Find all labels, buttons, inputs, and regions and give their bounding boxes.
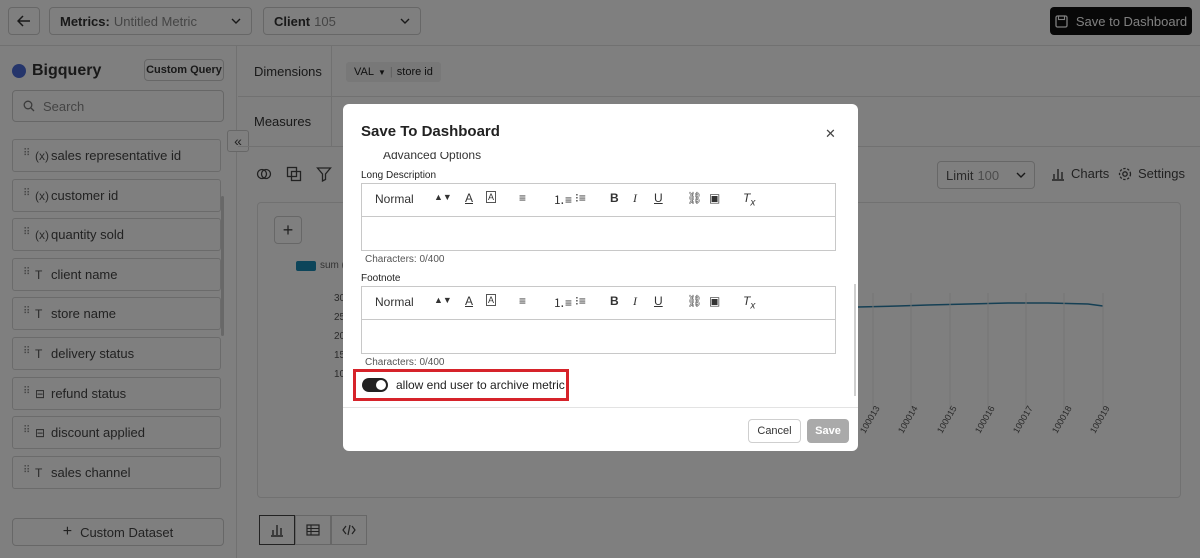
image-icon[interactable]: ▣ [709, 294, 720, 308]
underline-icon[interactable]: U [654, 191, 663, 205]
ordered-list-icon[interactable]: ⒈≡ [553, 191, 572, 208]
bold-icon[interactable]: B [610, 191, 619, 205]
long-description-label: Long Description [361, 170, 437, 181]
advanced-options-toggle[interactable]: Advanced Options [383, 152, 481, 162]
clear-format-icon[interactable]: Tx [743, 191, 755, 208]
link-icon[interactable]: ⛓ [687, 294, 702, 308]
modal-footer: Cancel Save [343, 407, 858, 451]
bullet-list-icon[interactable]: ⁝≡ [575, 294, 586, 308]
image-icon[interactable]: ▣ [709, 191, 720, 205]
italic-icon[interactable]: I [633, 294, 637, 309]
save-to-dashboard-modal: Save To Dashboard ✕ Advanced Options Lon… [343, 104, 858, 451]
editor-toolbar: Normal ▲▼ A A ≡ ⒈≡ ⁝≡ B I U ⛓ ▣ Tx [362, 287, 835, 320]
format-select[interactable]: Normal [375, 295, 414, 309]
footnote-textarea[interactable] [362, 320, 835, 354]
close-icon[interactable]: ✕ [825, 126, 836, 142]
align-left-icon[interactable]: ≡ [519, 294, 526, 308]
footnote-counter: Characters: 0/400 [365, 357, 445, 368]
font-color-icon[interactable]: A [465, 294, 473, 308]
cancel-button[interactable]: Cancel [748, 419, 801, 443]
save-button[interactable]: Save [807, 419, 849, 443]
font-color-icon[interactable]: A [465, 191, 473, 205]
updown-arrow-icon: ▲▼ [434, 192, 452, 202]
archive-toggle-row: allow end user to archive metric [353, 369, 569, 401]
align-left-icon[interactable]: ≡ [519, 191, 526, 205]
modal-scrollbar[interactable] [854, 284, 856, 396]
bold-icon[interactable]: B [610, 294, 619, 308]
clear-format-icon[interactable]: Tx [743, 294, 755, 311]
footnote-editor: Normal ▲▼ A A ≡ ⒈≡ ⁝≡ B I U ⛓ ▣ Tx [361, 286, 836, 354]
updown-arrow-icon: ▲▼ [434, 295, 452, 305]
underline-icon[interactable]: U [654, 294, 663, 308]
footnote-label: Footnote [361, 273, 401, 284]
editor-toolbar: Normal ▲▼ A A ≡ ⒈≡ ⁝≡ B I U ⛓ ▣ Tx [362, 184, 835, 217]
modal-title: Save To Dashboard [361, 123, 500, 140]
link-icon[interactable]: ⛓ [687, 191, 702, 205]
long-description-counter: Characters: 0/400 [365, 254, 445, 265]
long-description-textarea[interactable] [362, 217, 835, 251]
bullet-list-icon[interactable]: ⁝≡ [575, 191, 586, 205]
italic-icon[interactable]: I [633, 191, 637, 206]
archive-metric-label: allow end user to archive metric [396, 378, 565, 392]
format-select[interactable]: Normal [375, 192, 414, 206]
ordered-list-icon[interactable]: ⒈≡ [553, 294, 572, 311]
archive-metric-toggle[interactable] [362, 378, 388, 392]
background-color-icon[interactable]: A [486, 191, 497, 203]
long-description-editor: Normal ▲▼ A A ≡ ⒈≡ ⁝≡ B I U ⛓ ▣ Tx [361, 183, 836, 251]
background-color-icon[interactable]: A [486, 294, 497, 306]
